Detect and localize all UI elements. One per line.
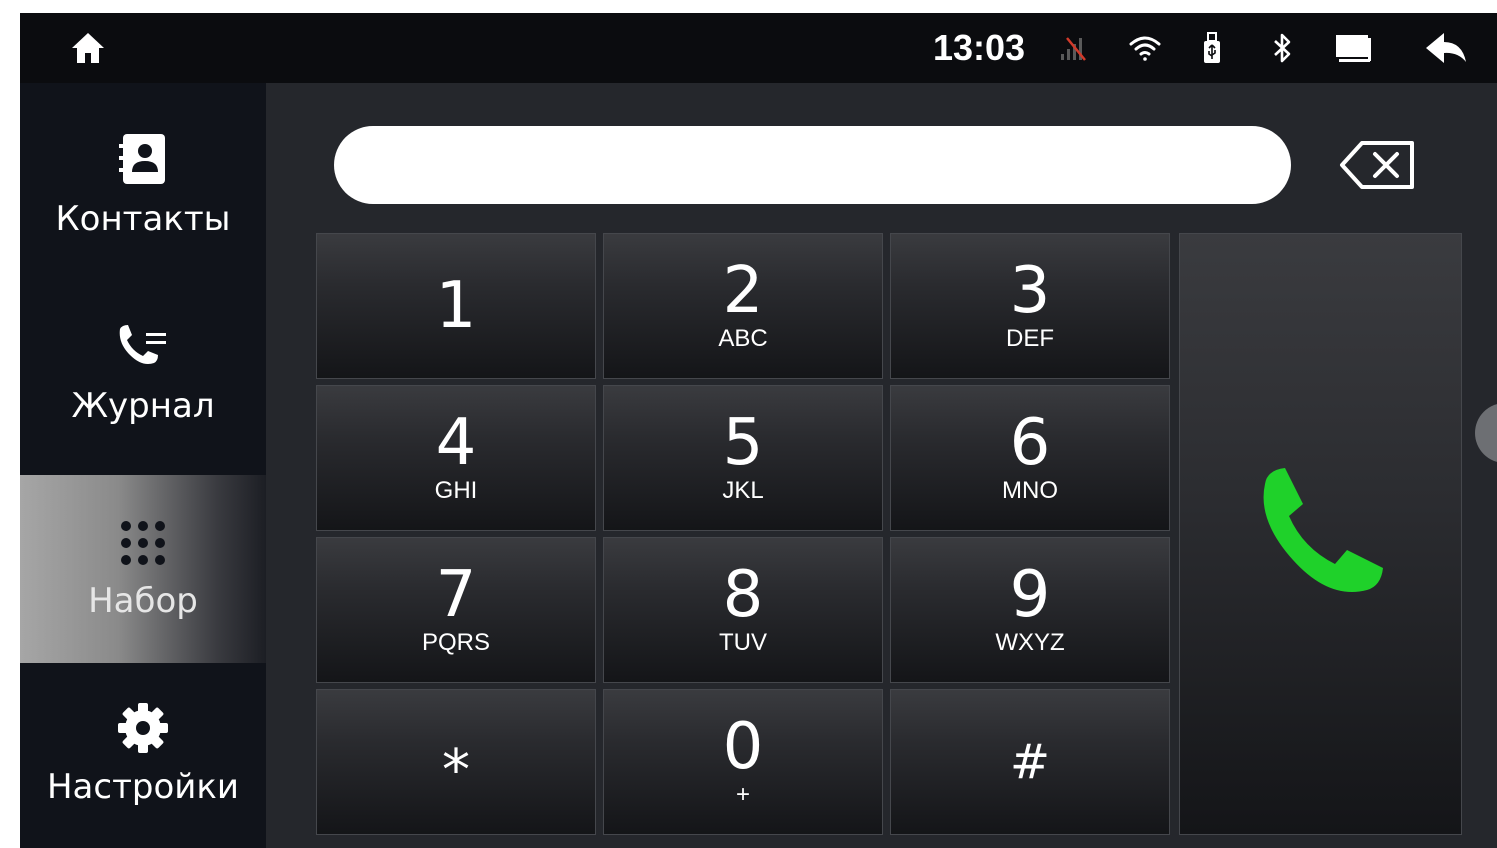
dial-key-0[interactable]: 0 + xyxy=(603,689,883,835)
usb-icon xyxy=(1196,13,1228,83)
dial-key-5[interactable]: 5 JKL xyxy=(603,385,883,531)
gear-icon xyxy=(117,702,169,759)
sidebar-item-label: Журнал xyxy=(71,385,215,426)
sidebar-item-label: Настройки xyxy=(46,766,239,807)
call-button[interactable] xyxy=(1179,233,1462,835)
dial-key-6[interactable]: 6 MNO xyxy=(890,385,1170,531)
key-letters: TUV xyxy=(719,629,767,656)
bluetooth-icon xyxy=(1266,13,1298,83)
sidebar-item-label: Набор xyxy=(88,580,198,621)
key-digit: # xyxy=(1009,734,1051,790)
dial-key-8[interactable]: 8 TUV xyxy=(603,537,883,683)
key-digit: 4 xyxy=(435,406,477,480)
home-icon[interactable] xyxy=(66,13,110,83)
dialer-panel: 1 2 ABC 3 DEF 4 GHI 5 JKL 6 MNO 7 PQRS 8… xyxy=(266,83,1497,848)
key-letters: WXYZ xyxy=(995,629,1065,656)
key-digit: 9 xyxy=(1009,558,1051,632)
phone-icon xyxy=(1251,462,1391,607)
screen-icon[interactable] xyxy=(1332,13,1374,83)
sidebar-item-settings[interactable]: Настройки xyxy=(20,660,266,848)
sidebar-item-label: Контакты xyxy=(55,198,231,239)
key-letters: PQRS xyxy=(421,629,490,656)
no-signal-icon xyxy=(1054,13,1094,83)
status-time: 13:03 xyxy=(932,27,1026,68)
call-log-icon xyxy=(116,323,170,378)
key-digit: 6 xyxy=(1009,406,1051,480)
dial-key-star[interactable]: * xyxy=(316,689,596,835)
status-bar: 13:03 xyxy=(20,13,1497,83)
sidebar-item-call-log[interactable]: Журнал xyxy=(20,280,266,468)
dialer-screen: 13:03 Контакты Журнал Набор Настройки 1 … xyxy=(20,13,1497,848)
dial-key-2[interactable]: 2 ABC xyxy=(603,233,883,379)
dial-key-1[interactable]: 1 xyxy=(316,233,596,379)
number-input[interactable] xyxy=(334,126,1291,204)
dial-key-9[interactable]: 9 WXYZ xyxy=(890,537,1170,683)
dial-key-4[interactable]: 4 GHI xyxy=(316,385,596,531)
key-digit: 7 xyxy=(435,558,477,632)
key-letters: DEF xyxy=(1006,325,1054,352)
contacts-book-icon xyxy=(118,132,168,191)
sidebar-item-contacts[interactable]: Контакты xyxy=(20,91,266,279)
sidebar: Контакты Журнал Набор Настройки xyxy=(20,83,266,848)
back-icon[interactable] xyxy=(1420,13,1472,83)
key-digit: 3 xyxy=(1009,254,1051,328)
key-digit: 0 xyxy=(722,710,764,784)
key-digit: 8 xyxy=(722,558,764,632)
backspace-icon[interactable] xyxy=(1338,137,1418,193)
key-digit: 2 xyxy=(722,254,764,328)
key-letters: JKL xyxy=(722,477,764,504)
key-letters: ABC xyxy=(718,325,768,352)
dial-key-3[interactable]: 3 DEF xyxy=(890,233,1170,379)
key-letters: + xyxy=(735,781,750,808)
key-digit: 5 xyxy=(722,406,764,480)
key-digit: * xyxy=(442,738,470,803)
key-letters: MNO xyxy=(1002,477,1058,504)
key-letters: GHI xyxy=(434,477,478,504)
sidebar-item-dialpad[interactable]: Набор xyxy=(20,475,266,663)
dial-key-hash[interactable]: # xyxy=(890,689,1170,835)
wifi-icon xyxy=(1123,13,1167,83)
dial-key-7[interactable]: 7 PQRS xyxy=(316,537,596,683)
key-digit: 1 xyxy=(435,269,477,343)
dialpad-icon xyxy=(118,518,168,573)
